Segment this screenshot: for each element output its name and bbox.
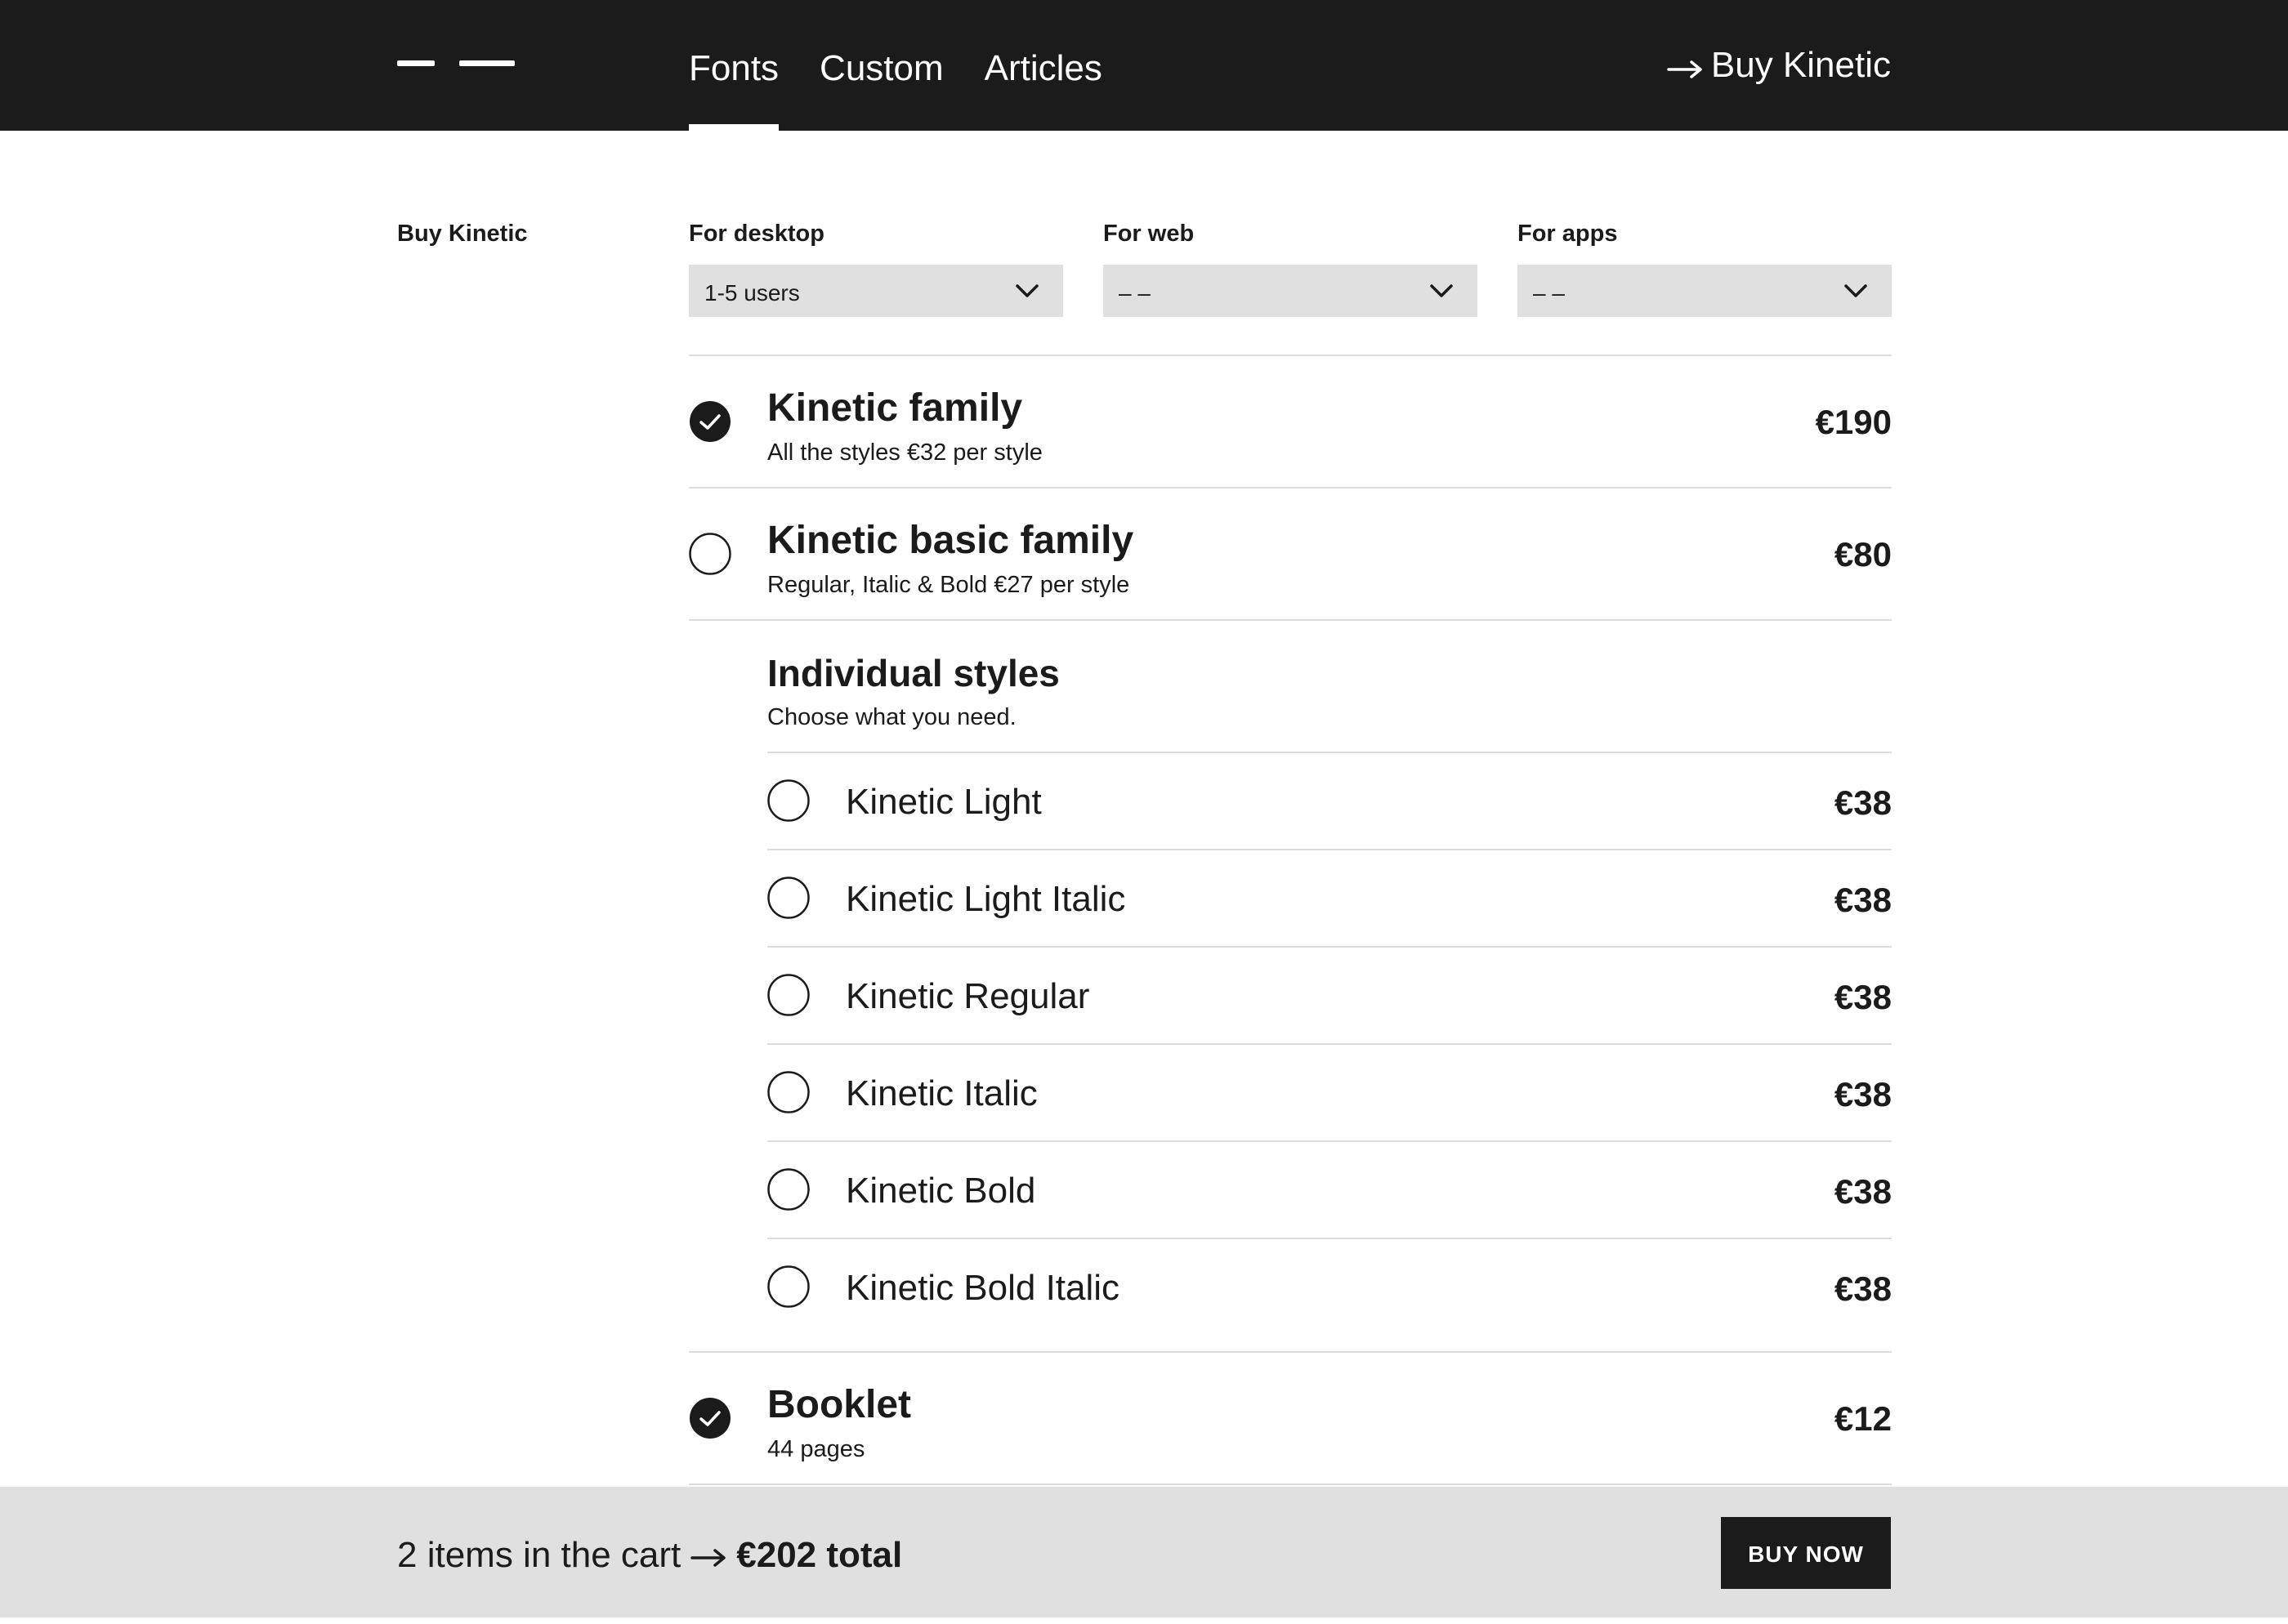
chevron-down-icon (1430, 284, 1453, 297)
section-label: Buy Kinetic (397, 221, 528, 247)
style-name: Kinetic Regular (846, 976, 1090, 1016)
license-selectors: For desktop 1-5 users For web – – For ap… (689, 219, 1892, 317)
package-subtitle: All the styles €32 per style (767, 439, 1043, 466)
checked-radio-icon[interactable] (689, 400, 731, 443)
select-label: For desktop (689, 221, 824, 247)
buy-kinetic-label: Buy Kinetic (1710, 45, 1891, 85)
select-label: For apps (1517, 221, 1618, 247)
cart-summary: 2 items in the cart €202 total (397, 1487, 902, 1624)
unchecked-radio-icon[interactable] (767, 877, 810, 919)
top-navigation-bar: Fonts Custom Articles Buy Kinetic (0, 0, 2288, 131)
unchecked-radio-icon[interactable] (689, 533, 731, 575)
style-name: Kinetic Bold Italic (846, 1268, 1120, 1308)
package-title: Kinetic basic family (767, 519, 1134, 562)
style-row-kinetic-regular[interactable]: Kinetic Regular €38 (767, 946, 1892, 1043)
package-price: €12 (1834, 1399, 1892, 1438)
arrow-right-icon (690, 1549, 726, 1567)
package-price: €190 (1815, 403, 1892, 441)
package-subtitle: 44 pages (767, 1436, 865, 1462)
style-price: €38 (1834, 1075, 1892, 1113)
style-row-kinetic-bold[interactable]: Kinetic Bold €38 (767, 1140, 1892, 1238)
logo-icon[interactable] (397, 60, 515, 67)
select-label: For web (1103, 221, 1195, 247)
desktop-dropdown[interactable]: 1-5 users (689, 265, 1063, 317)
individual-styles-list: Kinetic Light €38 Kinetic Light Italic €… (767, 752, 1892, 1335)
unchecked-radio-icon[interactable] (767, 974, 810, 1016)
nav-tab-articles[interactable]: Articles (985, 0, 1102, 131)
apps-dropdown[interactable]: – – (1517, 265, 1892, 317)
unchecked-radio-icon[interactable] (767, 779, 810, 822)
package-row-booklet[interactable]: Booklet 44 pages €12 (689, 1353, 1892, 1483)
desktop-license-select: For desktop 1-5 users (689, 219, 1063, 317)
main-nav: Fonts Custom Articles (689, 0, 1102, 131)
style-name: Kinetic Light Italic (846, 879, 1126, 919)
cart-total: €202 total (736, 1535, 903, 1575)
buy-kinetic-link[interactable]: Buy Kinetic (1667, 0, 1891, 131)
buy-now-button[interactable]: BUY NOW (1721, 1517, 1891, 1589)
style-price: €38 (1834, 1269, 1892, 1308)
select-value: – – (1533, 280, 1565, 306)
apps-license-select: For apps – – (1517, 219, 1892, 317)
style-row-kinetic-light-italic[interactable]: Kinetic Light Italic €38 (767, 849, 1892, 946)
cart-count: 2 items in the cart (397, 1535, 681, 1575)
package-title: Booklet (767, 1383, 912, 1426)
divider (689, 1483, 1892, 1485)
style-price: €38 (1834, 1172, 1892, 1211)
style-row-kinetic-italic[interactable]: Kinetic Italic €38 (767, 1043, 1892, 1140)
package-subtitle: Regular, Italic & Bold €27 per style (767, 572, 1130, 598)
package-title: Kinetic family (767, 386, 1023, 430)
package-price: €80 (1834, 535, 1892, 573)
style-price: €38 (1834, 881, 1892, 919)
style-name: Kinetic Light (846, 782, 1042, 822)
arrow-right-icon (1667, 60, 1702, 78)
web-dropdown[interactable]: – – (1103, 265, 1477, 317)
package-row-kinetic-family[interactable]: Kinetic family All the styles €32 per st… (689, 356, 1892, 487)
unchecked-radio-icon[interactable] (767, 1265, 810, 1308)
chevron-down-icon (1016, 284, 1039, 297)
style-row-kinetic-light[interactable]: Kinetic Light €38 (767, 752, 1892, 849)
package-row-kinetic-basic-family[interactable]: Kinetic basic family Regular, Italic & B… (689, 489, 1892, 619)
chevron-down-icon (1844, 284, 1867, 297)
checked-radio-icon[interactable] (689, 1397, 731, 1439)
individual-styles-title: Individual styles (767, 652, 1060, 694)
nav-tab-fonts[interactable]: Fonts (689, 0, 780, 131)
web-license-select: For web – – (1103, 219, 1477, 317)
style-name: Kinetic Bold (846, 1171, 1036, 1211)
unchecked-radio-icon[interactable] (767, 1168, 810, 1211)
style-name: Kinetic Italic (846, 1073, 1038, 1113)
style-price: €38 (1834, 783, 1892, 822)
product-list: Kinetic family All the styles €32 per st… (689, 355, 1892, 1485)
style-price: €38 (1834, 978, 1892, 1016)
individual-styles-header: Individual styles Choose what you need. (689, 621, 1892, 752)
unchecked-radio-icon[interactable] (767, 1071, 810, 1113)
style-row-kinetic-bold-italic[interactable]: Kinetic Bold Italic €38 (767, 1238, 1892, 1335)
nav-tab-custom[interactable]: Custom (820, 0, 944, 131)
cart-bar: 2 items in the cart €202 total BUY NOW (0, 1487, 2288, 1617)
select-value: 1-5 users (704, 280, 800, 306)
individual-styles-subtitle: Choose what you need. (767, 704, 1017, 730)
select-value: – – (1119, 280, 1151, 306)
